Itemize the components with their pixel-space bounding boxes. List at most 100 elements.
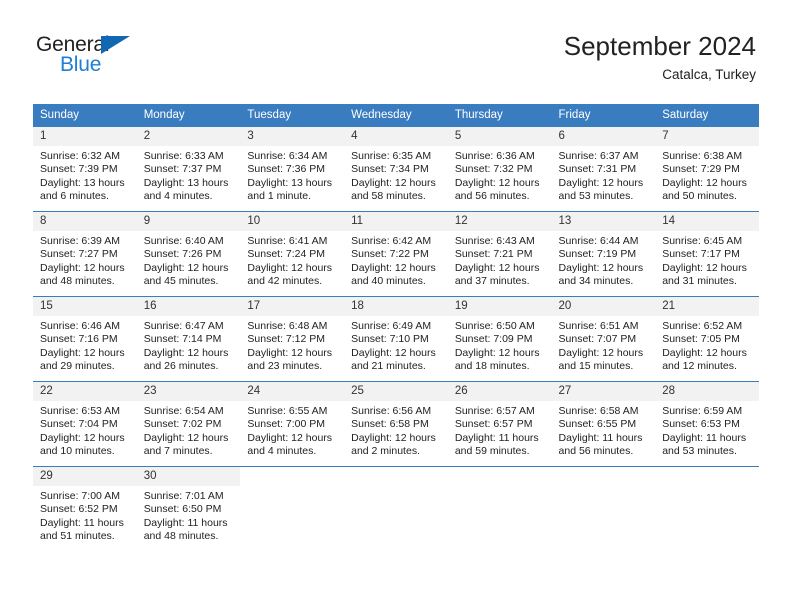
day-number: 14 [655,212,759,231]
sunset-text: Sunset: 7:14 PM [143,333,222,346]
calendar-day-cell-empty [551,466,656,551]
calendar-day-cell-empty [655,466,759,551]
day-sun-info: Sunrise: 7:00 AM Sunset: 6:52 PM Daylight:… [33,486,137,544]
weekday-header-monday: Monday [136,104,241,127]
day-number: 25 [344,382,448,401]
weekday-header-saturday: Saturday [655,104,759,127]
day-sun-info: Sunrise: 6:34 AM Sunset: 7:36 PM Daylight:… [240,146,344,204]
day-number: 15 [33,297,137,316]
sunrise-text: Sunrise: 6:52 AM [662,320,743,332]
calendar-day-cell[interactable]: 26 Sunrise: 6:57 AM Sunset: 6:57 PM Dayligh… [447,381,552,467]
title-block: September 2024 Catalca, Turkey [564,30,756,85]
sunrise-text: Sunrise: 6:36 AM [454,150,535,162]
day-number: 7 [655,127,759,146]
daylight-text: Daylight: 12 hours and 37 minutes. [454,261,540,288]
calendar-day-cell[interactable]: 6 Sunrise: 6:37 AM Sunset: 7:31 PM Daylight… [551,126,656,212]
day-number: 24 [240,382,345,401]
calendar-day-cell[interactable]: 3 Sunrise: 6:34 AM Sunset: 7:36 PM Daylight… [240,126,345,212]
calendar-day-cell[interactable]: 8 Sunrise: 6:39 AM Sunset: 7:27 PM Daylight… [33,211,137,297]
calendar-day-cell[interactable]: 22 Sunrise: 6:53 AM Sunset: 7:04 PM Dayligh… [33,381,137,467]
sunset-text: Sunset: 7:12 PM [247,333,326,346]
sunset-text: Sunset: 6:52 PM [40,503,118,516]
calendar-grid: Sunday Monday Tuesday Wednesday Thursday… [33,104,759,551]
sunrise-text: Sunrise: 6:38 AM [662,150,743,162]
weekday-header-wednesday: Wednesday [344,104,448,127]
calendar-day-cell[interactable]: 16 Sunrise: 6:47 AM Sunset: 7:14 PM Dayligh… [136,296,241,382]
calendar-header-row: Sunday Monday Tuesday Wednesday Thursday… [33,104,759,127]
day-number: 4 [344,127,448,146]
sunrise-text: Sunrise: 6:59 AM [662,405,743,417]
sunset-text: Sunset: 6:53 PM [662,418,740,431]
logo-text-blue: Blue [60,53,102,76]
day-number: 28 [655,382,759,401]
calendar-day-cell[interactable]: 21 Sunrise: 6:52 AM Sunset: 7:05 PM Dayligh… [655,296,759,382]
calendar-day-cell[interactable]: 17 Sunrise: 6:48 AM Sunset: 7:12 PM Dayligh… [240,296,345,382]
day-sun-info: Sunrise: 6:51 AM Sunset: 7:07 PM Daylight:… [552,316,656,374]
sunset-text: Sunset: 7:27 PM [40,248,118,261]
calendar-day-cell[interactable]: 7 Sunrise: 6:38 AM Sunset: 7:29 PM Daylight… [655,126,759,212]
day-sun-info: Sunrise: 6:39 AM Sunset: 7:27 PM Daylight:… [33,231,137,289]
sunset-text: Sunset: 7:26 PM [143,248,222,261]
calendar-day-cell[interactable]: 12 Sunrise: 6:43 AM Sunset: 7:21 PM Dayligh… [447,211,552,297]
calendar-day-cell[interactable]: 10 Sunrise: 6:41 AM Sunset: 7:24 PM Dayligh… [240,211,345,297]
day-number: 13 [551,212,656,231]
sunset-text: Sunset: 7:39 PM [40,163,118,176]
calendar-day-cell[interactable]: 19 Sunrise: 6:50 AM Sunset: 7:09 PM Dayligh… [447,296,552,382]
day-number: 10 [240,212,345,231]
calendar-day-cell[interactable]: 28 Sunrise: 6:59 AM Sunset: 6:53 PM Dayligh… [655,381,759,467]
calendar-day-cell[interactable]: 20 Sunrise: 6:51 AM Sunset: 7:07 PM Dayligh… [551,296,656,382]
calendar-day-cell[interactable]: 23 Sunrise: 6:54 AM Sunset: 7:02 PM Dayligh… [136,381,241,467]
day-sun-info: Sunrise: 6:57 AM Sunset: 6:57 PM Daylight:… [448,401,552,459]
calendar-day-cell[interactable]: 18 Sunrise: 6:49 AM Sunset: 7:10 PM Dayligh… [344,296,448,382]
daylight-text: Daylight: 13 hours and 1 minute. [247,176,333,203]
calendar-day-cell[interactable]: 24 Sunrise: 6:55 AM Sunset: 7:00 PM Dayligh… [240,381,345,467]
calendar-day-cell[interactable]: 9 Sunrise: 6:40 AM Sunset: 7:26 PM Daylight… [136,211,241,297]
calendar-day-cell[interactable]: 27 Sunrise: 6:58 AM Sunset: 6:55 PM Dayligh… [551,381,656,467]
sunset-text: Sunset: 7:09 PM [454,333,533,346]
calendar-week-row: 29 Sunrise: 7:00 AM Sunset: 6:52 PM Dayligh… [33,466,759,551]
sunrise-text: Sunrise: 6:49 AM [351,320,432,332]
sunrise-text: Sunrise: 6:42 AM [351,235,432,247]
day-sun-info: Sunrise: 6:55 AM Sunset: 7:00 PM Daylight:… [240,401,344,459]
daylight-text: Daylight: 13 hours and 4 minutes. [143,176,229,203]
daylight-text: Daylight: 11 hours and 48 minutes. [143,516,228,543]
day-sun-info: Sunrise: 6:52 AM Sunset: 7:05 PM Daylight:… [655,316,759,374]
calendar-day-cell[interactable]: 5 Sunrise: 6:36 AM Sunset: 7:32 PM Daylight… [447,126,552,212]
calendar-day-cell[interactable]: 4 Sunrise: 6:35 AM Sunset: 7:34 PM Daylight… [344,126,448,212]
sunset-text: Sunset: 7:32 PM [454,163,533,176]
calendar-day-cell[interactable]: 29 Sunrise: 7:00 AM Sunset: 6:52 PM Dayligh… [33,466,137,551]
general-blue-logo[interactable]: General Blue [36,33,186,79]
day-sun-info: Sunrise: 6:43 AM Sunset: 7:21 PM Daylight:… [448,231,552,289]
day-sun-info: Sunrise: 6:45 AM Sunset: 7:17 PM Daylight:… [655,231,759,289]
calendar-table: Sunday Monday Tuesday Wednesday Thursday… [33,104,759,551]
calendar-day-cell[interactable]: 30 Sunrise: 7:01 AM Sunset: 6:50 PM Dayligh… [136,466,241,551]
day-sun-info: Sunrise: 6:37 AM Sunset: 7:31 PM Daylight:… [552,146,656,204]
daylight-text: Daylight: 12 hours and 2 minutes. [351,431,436,458]
sunrise-text: Sunrise: 6:34 AM [247,150,328,162]
sunrise-text: Sunrise: 6:56 AM [351,405,432,417]
day-number: 2 [136,127,241,146]
calendar-day-cell[interactable]: 2 Sunrise: 6:33 AM Sunset: 7:37 PM Daylight… [136,126,241,212]
sunrise-text: Sunrise: 7:01 AM [143,490,224,502]
day-number: 19 [447,297,552,316]
calendar-page: General Blue September 2024 Catalca, Tur… [0,0,792,612]
daylight-text: Daylight: 12 hours and 31 minutes. [662,261,747,288]
calendar-week-row: 22 Sunrise: 6:53 AM Sunset: 7:04 PM Dayligh… [33,381,759,467]
calendar-day-cell[interactable]: 14 Sunrise: 6:45 AM Sunset: 7:17 PM Dayligh… [655,211,759,297]
calendar-day-cell[interactable]: 11 Sunrise: 6:42 AM Sunset: 7:22 PM Dayligh… [344,211,448,297]
daylight-text: Daylight: 12 hours and 29 minutes. [40,346,125,373]
sunrise-text: Sunrise: 7:00 AM [40,490,120,502]
day-sun-info: Sunrise: 6:38 AM Sunset: 7:29 PM Daylight:… [655,146,759,204]
calendar-day-cell[interactable]: 25 Sunrise: 6:56 AM Sunset: 6:58 PM Dayligh… [344,381,448,467]
day-sun-info: Sunrise: 6:47 AM Sunset: 7:14 PM Daylight:… [137,316,241,374]
day-number: 3 [240,127,345,146]
day-sun-info: Sunrise: 6:56 AM Sunset: 6:58 PM Daylight:… [344,401,448,459]
sunrise-text: Sunrise: 6:44 AM [558,235,639,247]
sunrise-text: Sunrise: 6:43 AM [454,235,535,247]
calendar-day-cell[interactable]: 15 Sunrise: 6:46 AM Sunset: 7:16 PM Dayligh… [33,296,137,382]
sunrise-text: Sunrise: 6:33 AM [143,150,224,162]
calendar-day-cell[interactable]: 13 Sunrise: 6:44 AM Sunset: 7:19 PM Dayligh… [551,211,656,297]
sunset-text: Sunset: 7:17 PM [662,248,740,261]
calendar-day-cell[interactable]: 1 Sunrise: 6:32 AM Sunset: 7:39 PM Daylight… [33,126,137,212]
daylight-text: Daylight: 12 hours and 40 minutes. [351,261,436,288]
